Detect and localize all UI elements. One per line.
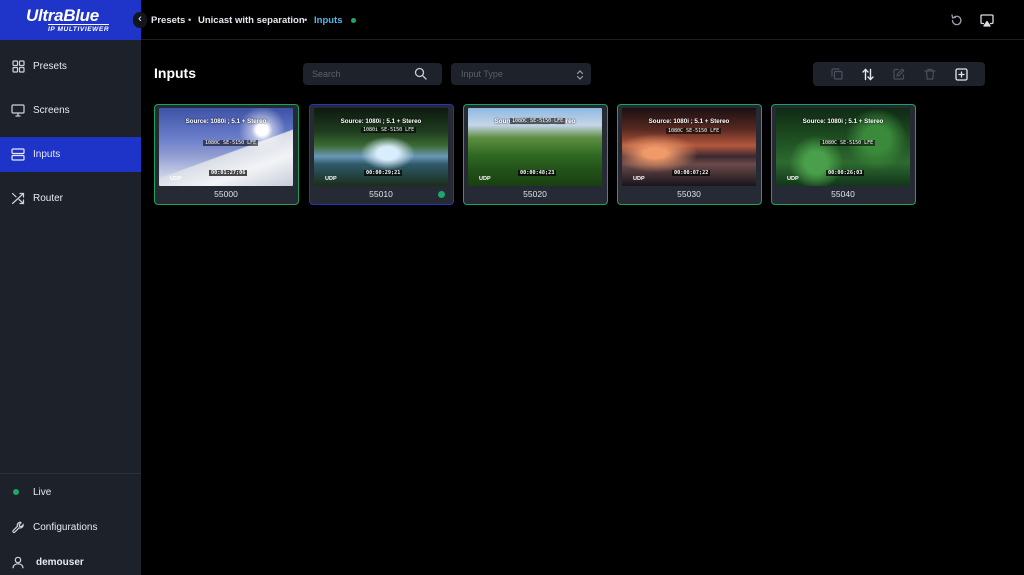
brand-name: UltraBlue bbox=[26, 6, 99, 25]
add-icon[interactable] bbox=[954, 67, 968, 81]
source-overlay: Source: 1080i ; 5.1 + Stereo bbox=[802, 118, 884, 125]
shuffle-icon bbox=[11, 192, 25, 206]
copy-icon[interactable] bbox=[830, 67, 844, 81]
sidebar-item-router[interactable]: Router bbox=[0, 181, 141, 216]
server-icon bbox=[11, 148, 25, 162]
cast-icon[interactable] bbox=[979, 12, 995, 28]
input-card-55000[interactable]: Source: 1080i ; 5.1 + Stereo 1080C SE-51… bbox=[154, 104, 299, 205]
sidebar-item-label: Screens bbox=[33, 105, 70, 116]
trash-icon[interactable] bbox=[923, 67, 937, 81]
sidebar-divider bbox=[0, 473, 141, 474]
sidebar-item-label: Configurations bbox=[33, 522, 98, 533]
breadcrumb-preset-name[interactable]: Unicast with separation bbox=[198, 15, 305, 26]
timecode-overlay: 00:01:27;06 bbox=[209, 170, 248, 176]
live-status[interactable]: Live bbox=[0, 475, 141, 510]
username: demouser bbox=[36, 557, 84, 568]
input-type-placeholder: Input Type bbox=[461, 69, 503, 79]
user-icon bbox=[11, 556, 25, 570]
wrench-icon bbox=[11, 521, 25, 535]
sort-icon[interactable] bbox=[861, 67, 875, 81]
input-preview-thumbnail: Source: 1080i ; 5.1 + Stereo 1080C SE-51… bbox=[468, 108, 602, 186]
brand-logo[interactable]: UltraBlue IP MULTIVIEWER bbox=[0, 0, 141, 40]
protocol-overlay: UDP bbox=[633, 176, 645, 182]
breadcrumb-current: Inputs bbox=[314, 15, 343, 26]
input-card-55030[interactable]: Source: 1080i ; 5.1 + Stereo 1080C SE-51… bbox=[617, 104, 762, 205]
top-bar: Presets • Unicast with separation • Inpu… bbox=[141, 0, 1024, 40]
sidebar-item-label: Presets bbox=[33, 61, 67, 72]
sidebar-item-inputs[interactable]: Inputs bbox=[0, 137, 141, 172]
lfe-overlay: 1080C SE-5150 LFE bbox=[820, 140, 876, 146]
input-card-55010[interactable]: Source: 1080i ; 5.1 + Stereo 1080i SE-51… bbox=[309, 104, 454, 205]
edit-icon[interactable] bbox=[892, 67, 906, 81]
input-label: 55010 bbox=[369, 189, 393, 199]
protocol-overlay: UDP bbox=[787, 176, 799, 182]
input-card-55040[interactable]: Source: 1080i ; 5.1 + Stereo 1080C SE-51… bbox=[771, 104, 916, 205]
protocol-overlay: UDP bbox=[325, 176, 337, 182]
input-label: 55040 bbox=[831, 189, 855, 199]
input-label: 55020 bbox=[523, 189, 547, 199]
collapse-sidebar-button[interactable]: ‹ bbox=[133, 12, 147, 28]
lfe-overlay: 1080C SE-5150 LFE bbox=[666, 128, 722, 134]
sidebar-item-presets[interactable]: Presets bbox=[0, 49, 141, 84]
breadcrumb-separator: • bbox=[188, 15, 192, 26]
timecode-overlay: 00:00:07;22 bbox=[672, 170, 711, 176]
grid-icon bbox=[11, 60, 25, 74]
action-toolbar bbox=[813, 62, 985, 86]
input-preview-thumbnail: Source: 1080i ; 5.1 + Stereo 1080C SE-51… bbox=[776, 108, 910, 186]
brand-tagline: IP MULTIVIEWER bbox=[48, 24, 110, 33]
lfe-overlay: 1080C SE-5150 LFE bbox=[510, 118, 566, 124]
protocol-overlay: UDP bbox=[479, 176, 491, 182]
input-card-55020[interactable]: Source: 1080i ; 5.1 + Stereo 1080C SE-51… bbox=[463, 104, 608, 205]
input-preview-thumbnail: Source: 1080i ; 5.1 + Stereo 1080i SE-51… bbox=[314, 108, 448, 186]
breadcrumb-presets[interactable]: Presets bbox=[151, 15, 185, 26]
timecode-overlay: 00:00:48;23 bbox=[518, 170, 557, 176]
live-indicator-dot bbox=[13, 489, 19, 495]
timecode-overlay: 00:00:26;03 bbox=[826, 170, 865, 176]
undo-icon[interactable] bbox=[948, 12, 964, 28]
search-icon[interactable] bbox=[414, 67, 427, 80]
input-label: 55030 bbox=[677, 189, 701, 199]
sidebar: UltraBlue IP MULTIVIEWER Presets Screens… bbox=[0, 0, 141, 575]
user-menu[interactable]: demouser bbox=[0, 545, 141, 575]
monitor-icon bbox=[11, 104, 25, 118]
sidebar-item-screens[interactable]: Screens bbox=[0, 93, 141, 128]
sidebar-item-configurations[interactable]: Configurations bbox=[0, 510, 141, 545]
breadcrumb-separator: • bbox=[304, 15, 308, 26]
chevron-up-down-icon bbox=[575, 68, 585, 80]
status-dot bbox=[438, 191, 445, 198]
page-title: Inputs bbox=[154, 65, 196, 81]
source-overlay: Source: 1080i ; 5.1 + Stereo bbox=[185, 118, 267, 125]
lfe-overlay: 1080i SE-5150 LFE bbox=[361, 127, 417, 133]
live-label: Live bbox=[33, 487, 52, 498]
source-overlay: Source: 1080i ; 5.1 + Stereo bbox=[648, 118, 730, 125]
input-type-select[interactable]: Input Type bbox=[451, 63, 591, 85]
source-overlay: Source: 1080i ; 5.1 + Stereo bbox=[340, 118, 422, 125]
input-label: 55000 bbox=[214, 189, 238, 199]
breadcrumb-status-dot bbox=[351, 18, 356, 23]
sidebar-item-label: Router bbox=[33, 193, 64, 204]
input-preview-thumbnail: Source: 1080i ; 5.1 + Stereo 1080C SE-51… bbox=[622, 108, 756, 186]
lfe-overlay: 1080C SE-5150 LFE bbox=[203, 140, 259, 146]
protocol-overlay: UDP bbox=[170, 176, 182, 182]
timecode-overlay: 00:00:29;21 bbox=[364, 170, 403, 176]
input-preview-thumbnail: Source: 1080i ; 5.1 + Stereo 1080C SE-51… bbox=[159, 108, 293, 186]
sidebar-item-label: Inputs bbox=[33, 149, 61, 160]
